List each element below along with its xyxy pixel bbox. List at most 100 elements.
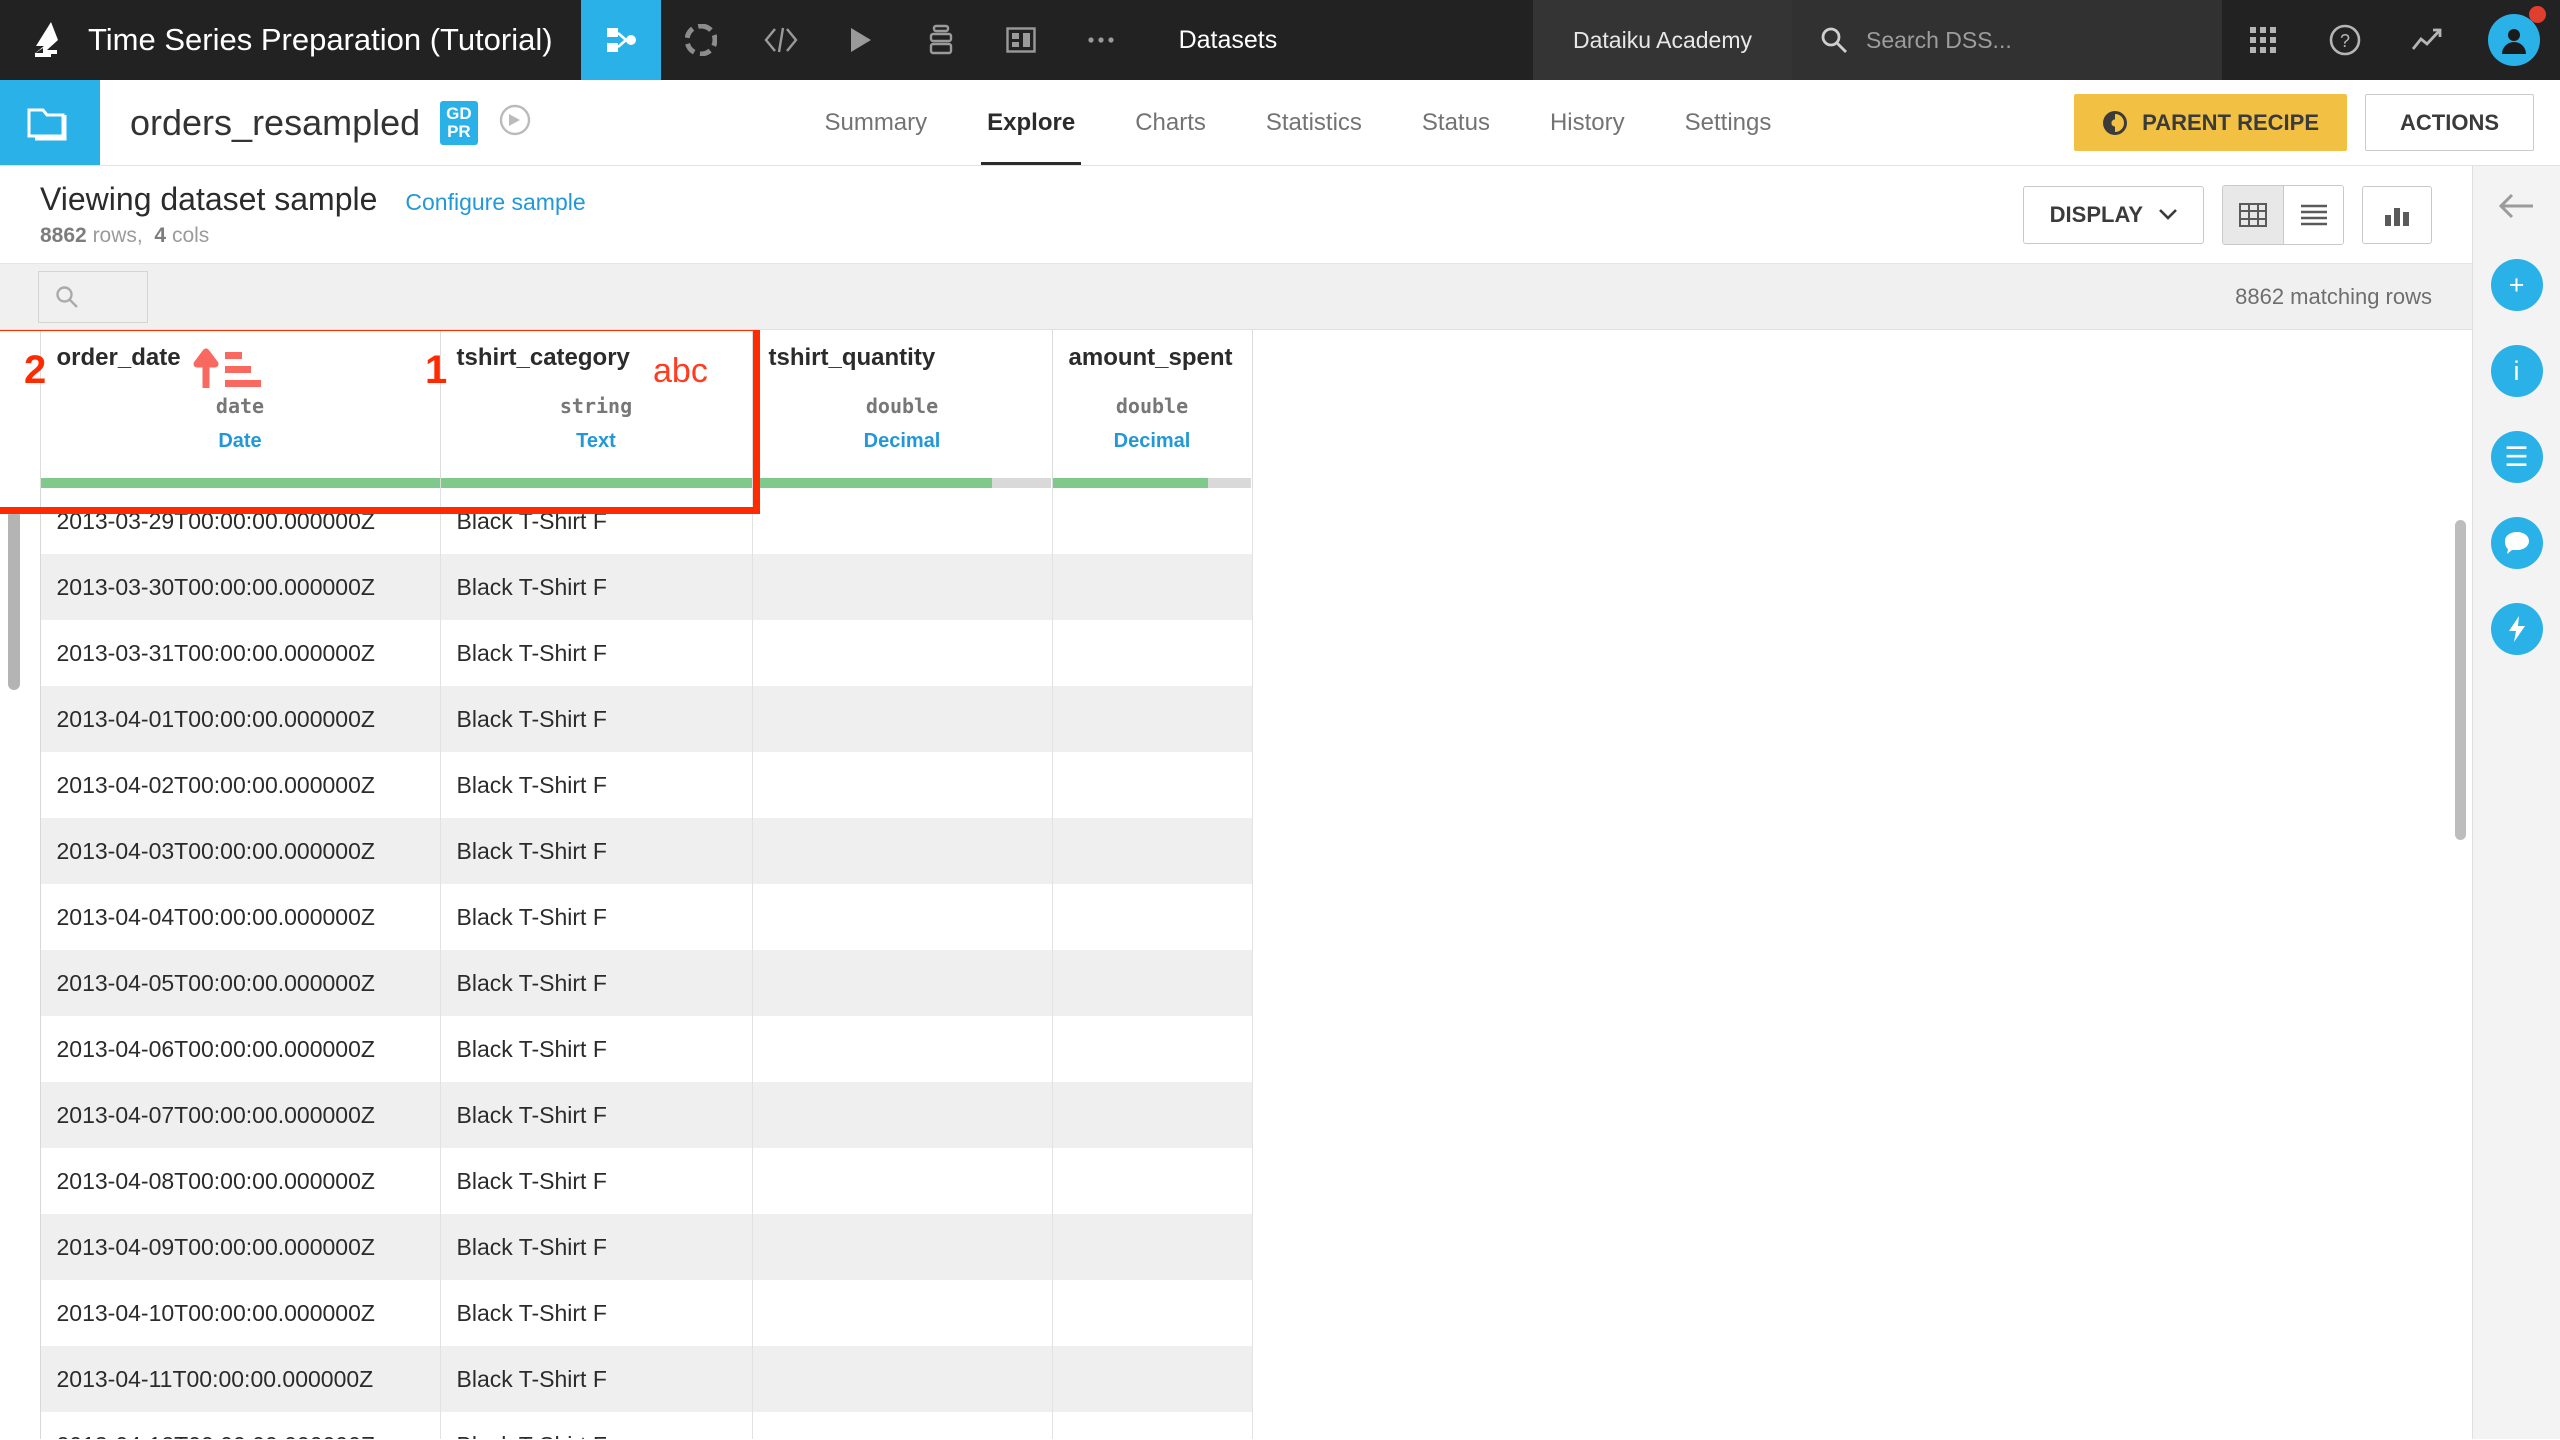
tab-explore[interactable]: Explore [957, 80, 1105, 165]
cell-amount_spent[interactable] [1052, 884, 1253, 950]
table-row[interactable]: 2013-04-07T00:00:00.000000Z Black T-Shirt… [0, 1082, 1253, 1148]
nav-run-icon[interactable] [821, 0, 901, 80]
dataset-folder-icon[interactable] [0, 80, 100, 165]
compass-icon[interactable] [498, 103, 532, 142]
table-row[interactable]: 2013-04-03T00:00:00.000000Z Black T-Shirt… [0, 818, 1253, 884]
cell-tshirt_category[interactable]: Black T-Shirt F [440, 1346, 753, 1412]
cell-tshirt_category[interactable]: Black T-Shirt F [440, 554, 753, 620]
apps-grid-icon[interactable] [2222, 0, 2304, 80]
cell-tshirt_quantity[interactable] [752, 1214, 1053, 1280]
cell-tshirt_category[interactable]: Black T-Shirt F [440, 950, 753, 1016]
cell-amount_spent[interactable] [1052, 1082, 1253, 1148]
cell-amount_spent[interactable] [1052, 620, 1253, 686]
cell-tshirt_quantity[interactable] [752, 1016, 1053, 1082]
cell-tshirt_quantity[interactable] [752, 950, 1053, 1016]
cell-tshirt_category[interactable]: Black T-Shirt F [440, 1148, 753, 1214]
cell-order_date[interactable]: 2013-04-02T00:00:00.000000Z [40, 752, 441, 818]
column-meaning-amount_spent[interactable]: Decimal [1069, 430, 1236, 453]
cell-order_date[interactable]: 2013-04-08T00:00:00.000000Z [40, 1148, 441, 1214]
info-icon[interactable]: i [2490, 345, 2543, 397]
display-button[interactable]: DISPLAY [2022, 185, 2204, 244]
table-row[interactable]: 2013-04-11T00:00:00.000000Z Black T-Shirt… [0, 1346, 1253, 1412]
monitoring-icon[interactable] [2386, 0, 2468, 80]
help-icon[interactable]: ? [2304, 0, 2386, 80]
cell-order_date[interactable]: 2013-04-04T00:00:00.000000Z [40, 884, 441, 950]
cell-order_date[interactable]: 2013-03-31T00:00:00.000000Z [40, 620, 441, 686]
nav-dashboard-icon[interactable] [981, 0, 1061, 80]
cell-tshirt_quantity[interactable] [752, 752, 1053, 818]
table-row[interactable]: 2013-04-10T00:00:00.000000Z Black T-Shirt… [0, 1280, 1253, 1346]
cell-amount_spent[interactable] [1052, 1346, 1253, 1412]
collapse-left-icon[interactable] [2498, 192, 2536, 225]
cell-tshirt_quantity[interactable] [752, 818, 1053, 884]
tab-summary[interactable]: Summary [794, 80, 957, 165]
cell-amount_spent[interactable] [1052, 950, 1253, 1016]
cell-amount_spent[interactable] [1052, 818, 1253, 884]
nav-jobs-icon[interactable] [661, 0, 741, 80]
tab-history[interactable]: History [1520, 80, 1655, 165]
cell-tshirt_quantity[interactable] [752, 686, 1053, 752]
cell-tshirt_category[interactable]: Black T-Shirt F [440, 1016, 753, 1082]
tab-status[interactable]: Status [1392, 80, 1520, 165]
table-row[interactable]: 2013-04-08T00:00:00.000000Z Black T-Shirt… [0, 1148, 1253, 1214]
cell-tshirt_category[interactable]: Black T-Shirt F [440, 884, 753, 950]
cell-tshirt_quantity[interactable] [752, 1280, 1053, 1346]
user-avatar-cell[interactable] [2468, 0, 2560, 80]
table-scroll-container[interactable]: order_date date Date tshirt_category str… [0, 330, 2472, 1439]
cell-amount_spent[interactable] [1052, 1280, 1253, 1346]
vertical-scrollbar-left[interactable] [8, 510, 20, 690]
cell-order_date[interactable]: 2013-03-29T00:00:00.000000Z [40, 488, 441, 554]
cell-tshirt_category[interactable]: Black T-Shirt F [440, 752, 753, 818]
tab-settings[interactable]: Settings [1655, 80, 1802, 165]
cell-amount_spent[interactable] [1052, 1214, 1253, 1280]
cell-amount_spent[interactable] [1052, 752, 1253, 818]
actions-bolt-icon[interactable] [2490, 603, 2543, 655]
cell-tshirt_quantity[interactable] [752, 1412, 1053, 1439]
cell-amount_spent[interactable] [1052, 1412, 1253, 1439]
cell-order_date[interactable]: 2013-04-01T00:00:00.000000Z [40, 686, 441, 752]
cell-order_date[interactable]: 2013-04-12T00:00:00.000000Z [40, 1412, 441, 1439]
table-row[interactable]: 2013-03-30T00:00:00.000000Z Black T-Shirt… [0, 554, 1253, 620]
cell-tshirt_quantity[interactable] [752, 554, 1053, 620]
cell-amount_spent[interactable] [1052, 1148, 1253, 1214]
cell-order_date[interactable]: 2013-04-10T00:00:00.000000Z [40, 1280, 441, 1346]
cell-tshirt_quantity[interactable] [752, 1148, 1053, 1214]
column-header-amount_spent[interactable]: amount_spent double Decimal [1052, 330, 1253, 488]
cell-order_date[interactable]: 2013-04-06T00:00:00.000000Z [40, 1016, 441, 1082]
cell-tshirt_category[interactable]: Black T-Shirt F [440, 1280, 753, 1346]
gdpr-badge[interactable]: GD PR [440, 100, 478, 145]
add-icon[interactable]: + [2490, 259, 2543, 311]
cell-tshirt_category[interactable]: Black T-Shirt F [440, 818, 753, 884]
cell-amount_spent[interactable] [1052, 554, 1253, 620]
cell-order_date[interactable]: 2013-04-05T00:00:00.000000Z [40, 950, 441, 1016]
table-row[interactable]: 2013-04-01T00:00:00.000000Z Black T-Shirt… [0, 686, 1253, 752]
datasets-section-label[interactable]: Datasets [1141, 0, 1316, 80]
discussions-icon[interactable] [2490, 517, 2543, 569]
table-row[interactable]: 2013-04-05T00:00:00.000000Z Black T-Shirt… [0, 950, 1253, 1016]
parent-recipe-button[interactable]: PARENT RECIPE [2074, 94, 2347, 151]
cell-order_date[interactable]: 2013-04-11T00:00:00.000000Z [40, 1346, 441, 1412]
tab-statistics[interactable]: Statistics [1236, 80, 1392, 165]
cell-amount_spent[interactable] [1052, 686, 1253, 752]
project-title[interactable]: Time Series Preparation (Tutorial) [88, 0, 581, 80]
cell-tshirt_category[interactable]: Black T-Shirt F [440, 620, 753, 686]
actions-button[interactable]: ACTIONS [2365, 94, 2534, 151]
cell-tshirt_category[interactable]: Black T-Shirt F [440, 488, 753, 554]
academy-chip[interactable]: Dataiku Academy [1533, 0, 1792, 80]
dataiku-logo[interactable] [0, 0, 88, 80]
search-input[interactable] [38, 270, 148, 323]
cell-tshirt_quantity[interactable] [752, 884, 1053, 950]
table-row[interactable]: 2013-04-04T00:00:00.000000Z Black T-Shirt… [0, 884, 1253, 950]
column-meaning-tshirt_category[interactable]: Text [457, 430, 736, 453]
nav-lab-icon[interactable] [901, 0, 981, 80]
global-search[interactable]: Search DSS... [1792, 0, 2222, 80]
cell-order_date[interactable]: 2013-04-09T00:00:00.000000Z [40, 1214, 441, 1280]
column-meaning-order_date[interactable]: Date [57, 430, 424, 453]
table-row[interactable]: 2013-03-31T00:00:00.000000Z Black T-Shirt… [0, 620, 1253, 686]
nav-code-icon[interactable] [741, 0, 821, 80]
sort-ascending-icon[interactable] [192, 344, 262, 395]
details-icon[interactable]: ☰ [2490, 431, 2543, 483]
column-header-tshirt_quantity[interactable]: tshirt_quantity double Decimal [752, 330, 1053, 488]
cell-amount_spent[interactable] [1052, 488, 1253, 554]
cell-tshirt_category[interactable]: Black T-Shirt F [440, 686, 753, 752]
